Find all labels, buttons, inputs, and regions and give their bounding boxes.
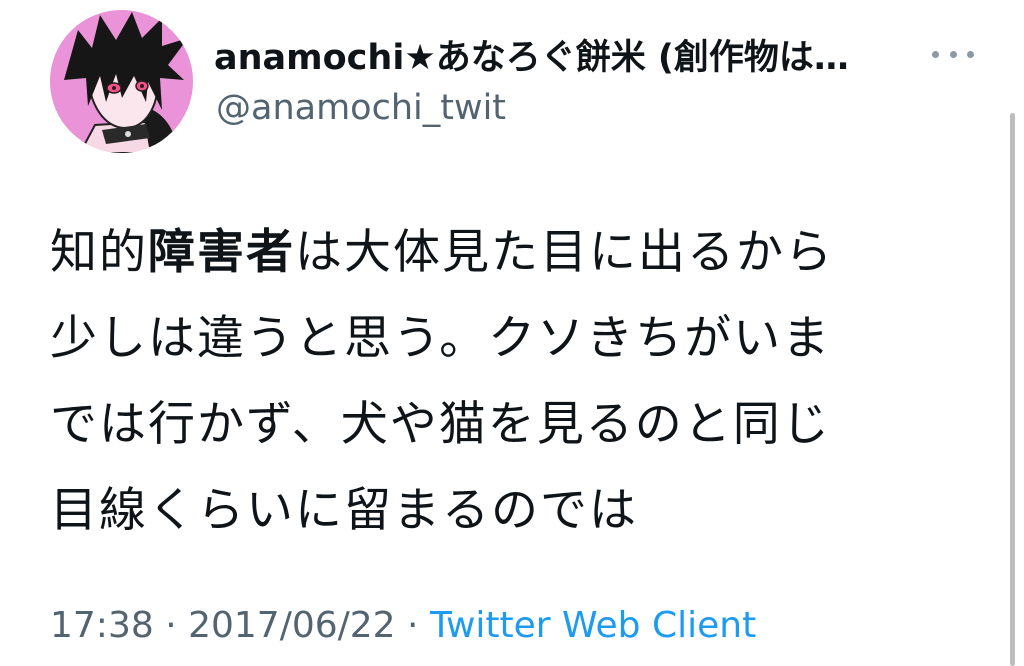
dot: [967, 50, 974, 58]
tweet-text-segment: は大体見た目に出るから: [295, 225, 834, 280]
tweet-detail: anamochi★あなろぐ餅米 (創作物は… @anamochi_twit 知的…: [0, 0, 1024, 666]
meta-separator: ·: [153, 605, 189, 646]
meta-separator: ·: [395, 605, 430, 646]
tweet-text-line: 目線くらいに留まるのでは: [50, 483, 638, 538]
scrollbar[interactable]: [1010, 113, 1015, 666]
tweet-text-bold: 障害者: [148, 225, 295, 280]
dot: [932, 50, 939, 58]
tweet-text-line: では行かず、犬や猫を見るのと同じ: [50, 397, 831, 452]
profile-avatar[interactable]: [50, 10, 193, 153]
dot: [949, 50, 957, 58]
tweet-text: 知的障害者は大体見た目に出るから 少しは違うと思う。クソきちがいま では行かず、…: [50, 210, 970, 554]
more-horizontal-icon[interactable]: [932, 41, 974, 67]
tweet-date[interactable]: 2017/06/22: [188, 605, 396, 646]
tweet-metadata: 17:38 · 2017/06/22 · Twitter Web Client: [50, 603, 756, 649]
tweet-client-link[interactable]: Twitter Web Client: [430, 605, 756, 646]
tweet-text-line: 少しは違うと思う。クソきちがいま: [50, 311, 832, 366]
author-display-name[interactable]: anamochi★あなろぐ餅米 (創作物は…: [214, 36, 904, 80]
tweet-text-segment: 知的: [50, 225, 148, 280]
tweet-text-line: 知的障害者は大体見た目に出るから: [50, 210, 970, 296]
tweet-time[interactable]: 17:38: [50, 605, 154, 646]
author-handle[interactable]: @anamochi_twit: [216, 86, 506, 130]
avatar-illustration-icon: [50, 10, 193, 153]
